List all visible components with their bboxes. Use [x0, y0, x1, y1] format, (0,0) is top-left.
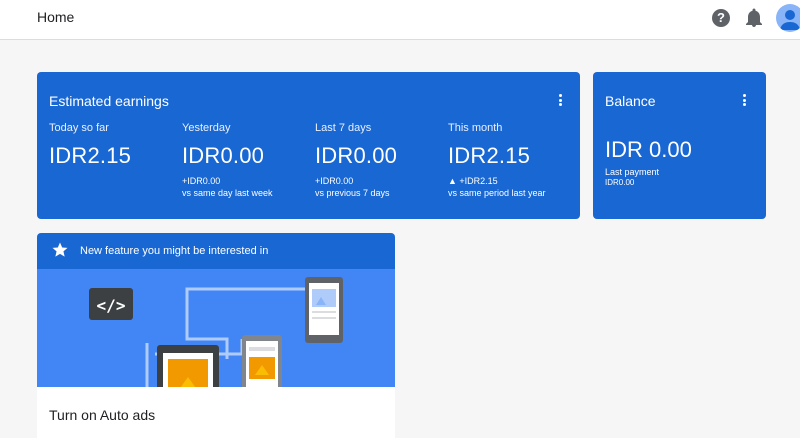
metric-delta: +IDR0.00 — [315, 176, 354, 186]
page-title: Home — [37, 9, 75, 25]
feature-promo-card[interactable]: New feature you might be interested in <… — [37, 233, 395, 438]
help-icon[interactable]: ? — [712, 9, 730, 27]
auto-ads-illustration: </> — [37, 269, 395, 387]
metric-comparison: vs previous 7 days — [315, 188, 390, 198]
balance-value: IDR 0.00 — [605, 137, 692, 162]
earnings-card-title: Estimated earnings — [49, 93, 169, 109]
code-glyph: </> — [97, 296, 126, 315]
avatar-person-icon — [780, 10, 800, 30]
metric-delta: ▲ +IDR2.15 — [448, 176, 498, 186]
metric-comparison: vs same day last week — [182, 188, 273, 198]
devices-illustration: </> — [89, 277, 343, 387]
star-icon — [52, 242, 68, 257]
top-app-bar: Home ? — [0, 0, 800, 40]
metric-label: Yesterday — [182, 122, 231, 134]
metric-last-7-days: Last 7 days IDR0.00 +IDR0.00 vs previous… — [315, 122, 445, 199]
account-avatar[interactable] — [776, 4, 800, 32]
metric-value: IDR2.15 — [49, 143, 132, 168]
metric-label: Last 7 days — [315, 122, 372, 134]
notifications-bell-icon[interactable] — [745, 8, 763, 28]
last-payment-value: IDR0.00 — [605, 178, 635, 187]
last-payment-label: Last payment — [605, 167, 660, 177]
metric-delta: +IDR0.00 — [182, 176, 221, 186]
metric-comparison: vs same period last year — [448, 188, 546, 198]
balance-more-menu-icon[interactable] — [740, 92, 748, 108]
feature-card-header: New feature you might be interested in — [37, 233, 395, 269]
metric-value: IDR0.00 — [315, 143, 398, 168]
balance-card-title: Balance — [605, 93, 656, 109]
auto-ads-cta-title[interactable]: Turn on Auto ads — [49, 407, 155, 423]
metric-label: This month — [448, 122, 503, 134]
metric-label: Today so far — [49, 122, 109, 134]
metric-value: IDR2.15 — [448, 143, 531, 168]
feature-header-text: New feature you might be interested in — [80, 245, 269, 257]
metric-value: IDR0.00 — [182, 143, 265, 168]
metric-today: Today so far IDR2.15 — [49, 122, 179, 169]
estimated-earnings-card[interactable]: Estimated earnings Today so far IDR2.15 … — [37, 72, 580, 219]
balance-card[interactable]: Balance IDR 0.00 Last payment IDR0.00 — [593, 72, 766, 219]
metric-this-month: This month IDR2.15 ▲ +IDR2.15 vs same pe… — [448, 122, 578, 199]
earnings-more-menu-icon[interactable] — [556, 92, 564, 108]
metric-yesterday: Yesterday IDR0.00 +IDR0.00 vs same day l… — [182, 122, 312, 199]
